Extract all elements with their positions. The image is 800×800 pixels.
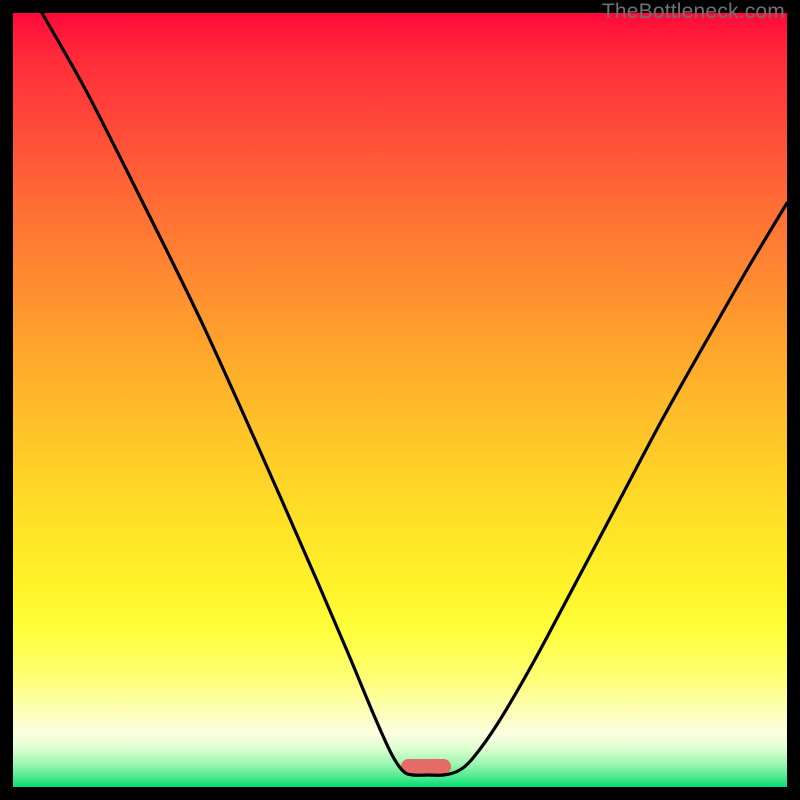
bottleneck-curve (13, 13, 787, 787)
watermark-text: TheBottleneck.com (602, 0, 785, 24)
